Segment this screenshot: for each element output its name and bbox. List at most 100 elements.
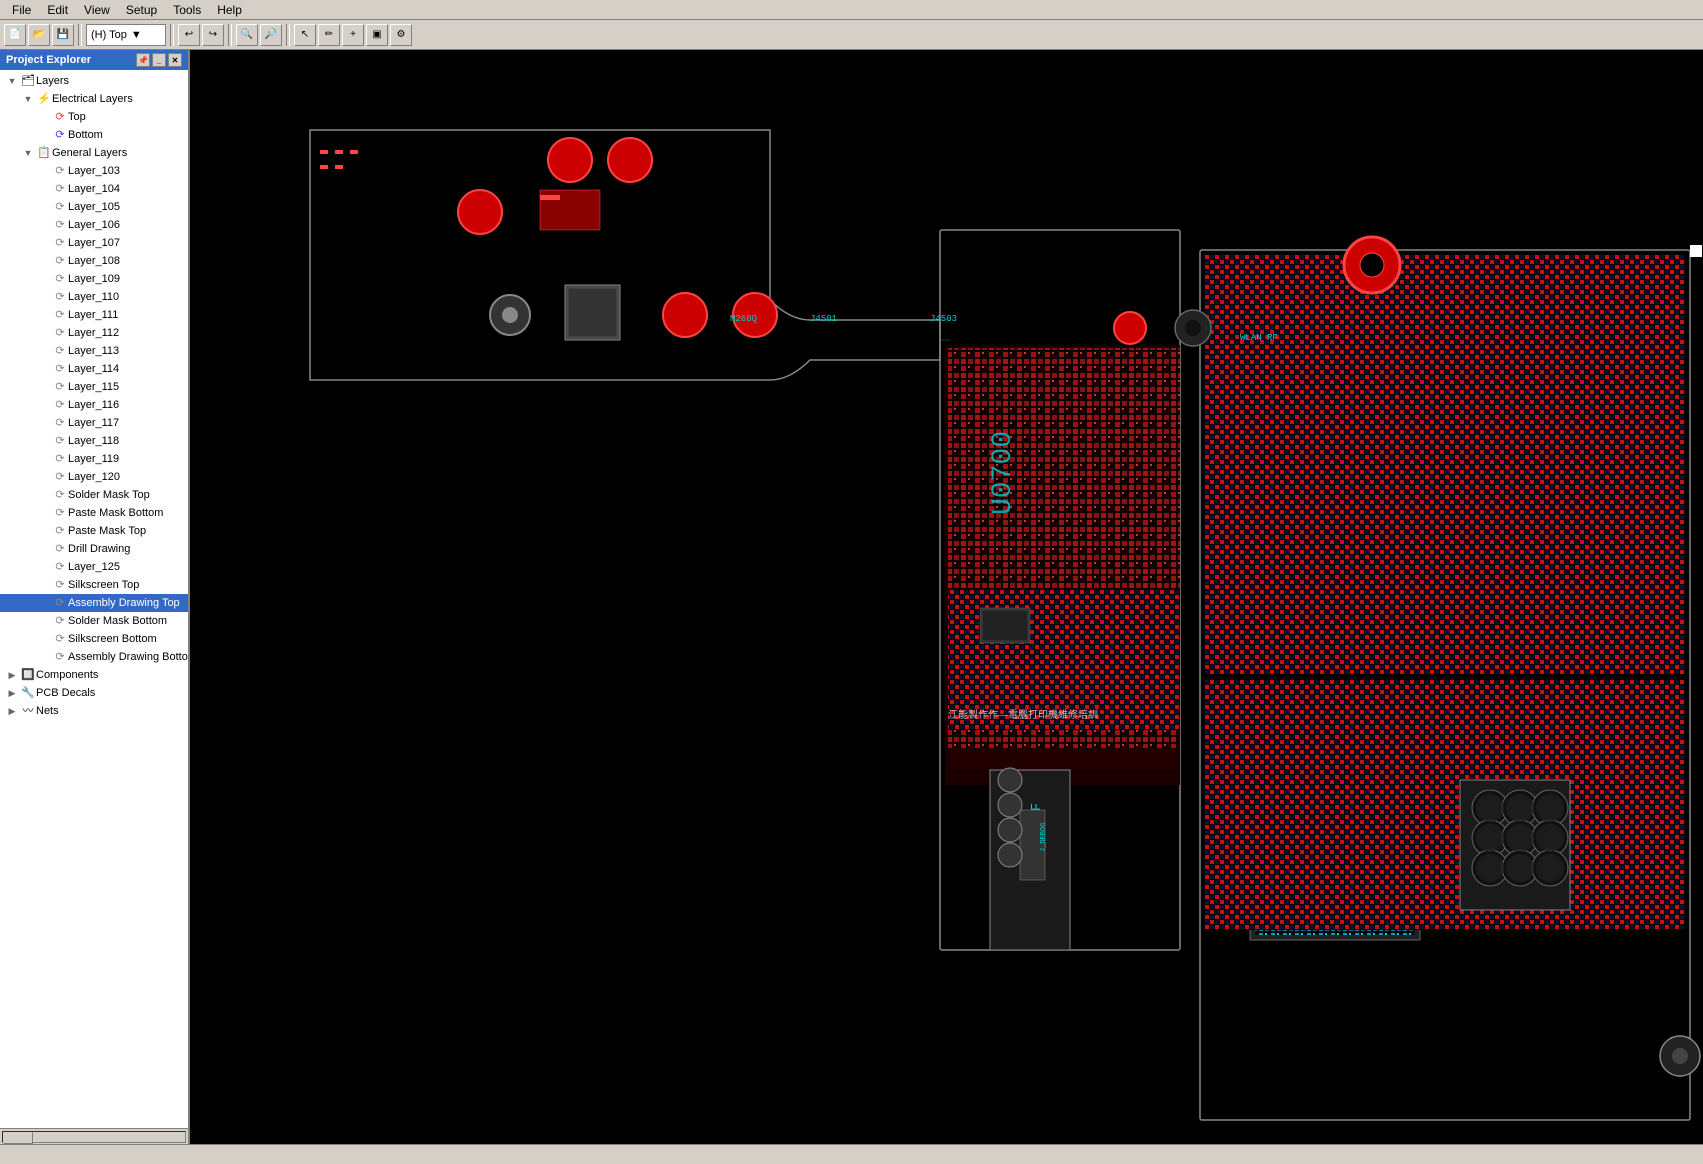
layer-dropdown-value: (H) Top [91,29,127,41]
toolbar-separator-1 [78,24,82,46]
layer-label-16: Layer_119 [68,451,119,467]
layer-icon-27: ⟳ [52,649,68,665]
layer-icon-14: ⟳ [52,415,68,431]
layer-item-2[interactable]: ⟳ Layer_105 [0,198,188,216]
bottom-layer-icon: ⟳ [52,127,68,143]
layer-bottom[interactable]: ⟳ Bottom [0,126,188,144]
pcb-canvas[interactable]: M260Q J4501 J4503 [190,50,1703,1144]
redo-button[interactable]: ↪ [202,24,224,46]
menu-help[interactable]: Help [209,1,250,19]
toolbar-separator-2 [170,24,174,46]
toolbar-separator-4 [286,24,290,46]
layer-item-27[interactable]: ⟳ Assembly Drawing Botto... [0,648,188,666]
layer-expand-5 [36,253,52,269]
layer-item-22[interactable]: ⟳ Layer_125 [0,558,188,576]
scrollbar-thumb[interactable] [3,1132,33,1144]
layer-dropdown[interactable]: (H) Top ▼ [86,24,166,46]
layer-expand-0 [36,163,52,179]
layer-item-20[interactable]: ⟳ Paste Mask Top [0,522,188,540]
layer-icon-26: ⟳ [52,631,68,647]
layer-item-5[interactable]: ⟳ Layer_108 [0,252,188,270]
layer-item-16[interactable]: ⟳ Layer_119 [0,450,188,468]
undo-button[interactable]: ↩ [178,24,200,46]
layer-icon-5: ⟳ [52,253,68,269]
layer-item-8[interactable]: ⟳ Layer_111 [0,306,188,324]
layer-icon-9: ⟳ [52,325,68,341]
layer-item-0[interactable]: ⟳ Layer_103 [0,162,188,180]
layer-item-24[interactable]: ⟳ Assembly Drawing Top [0,594,188,612]
pcb-decals-root[interactable]: ▶ 🔧 PCB Decals [0,684,188,702]
nets-expand-icon[interactable]: ▶ [4,703,20,719]
layer-label-1: Layer_104 [68,181,120,197]
menu-tools[interactable]: Tools [165,1,209,19]
open-button[interactable]: 📂 [28,24,50,46]
layer-expand-21 [36,541,52,557]
zoom-in-button[interactable]: 🔍 [236,24,258,46]
layer-icon-8: ⟳ [52,307,68,323]
layer-expand-1 [36,181,52,197]
canvas-area[interactable]: M260Q J4501 J4503 [190,50,1703,1144]
new-button[interactable]: 📄 [4,24,26,46]
components-root[interactable]: ▶ 🔲 Components [0,666,188,684]
general-layers-group[interactable]: ▼ 📋 General Layers [0,144,188,162]
zoom-out-button[interactable]: 🔎 [260,24,282,46]
layer-item-11[interactable]: ⟳ Layer_114 [0,360,188,378]
layer-item-18[interactable]: ⟳ Solder Mask Top [0,486,188,504]
nets-root[interactable]: ▶ 〰 Nets [0,702,188,720]
electrical-layers-group[interactable]: ▼ ⚡ Electrical Layers [0,90,188,108]
layer-item-6[interactable]: ⟳ Layer_109 [0,270,188,288]
layer-expand-8 [36,307,52,323]
layer-label-10: Layer_113 [68,343,119,359]
layer-item-19[interactable]: ⟳ Paste Mask Bottom [0,504,188,522]
layer-item-26[interactable]: ⟳ Silkscreen Bottom [0,630,188,648]
layer-item-7[interactable]: ⟳ Layer_110 [0,288,188,306]
layer-item-12[interactable]: ⟳ Layer_115 [0,378,188,396]
layer-item-23[interactable]: ⟳ Silkscreen Top [0,576,188,594]
select-button[interactable]: ↖ [294,24,316,46]
layers-root[interactable]: ▼ 🗂 Layers [0,72,188,90]
layer-label-5: Layer_108 [68,253,120,269]
layer-item-25[interactable]: ⟳ Solder Mask Bottom [0,612,188,630]
layer-item-1[interactable]: ⟳ Layer_104 [0,180,188,198]
layer-expand-6 [36,271,52,287]
layer-expand-12 [36,379,52,395]
layer-expand-19 [36,505,52,521]
menu-setup[interactable]: Setup [118,1,165,19]
layer-icon-11: ⟳ [52,361,68,377]
menu-file[interactable]: File [4,1,39,19]
layer-items-list: ⟳ Layer_103 ⟳ Layer_104 ⟳ Layer_105 ⟳ La… [0,162,188,666]
route-button[interactable]: ✏ [318,24,340,46]
components-expand-icon[interactable]: ▶ [4,667,20,683]
layer-item-13[interactable]: ⟳ Layer_116 [0,396,188,414]
layer-top[interactable]: ⟳ Top [0,108,188,126]
layer-item-21[interactable]: ⟳ Drill Drawing [0,540,188,558]
layer-item-14[interactable]: ⟳ Layer_117 [0,414,188,432]
sidebar-close-button[interactable]: ✕ [168,53,182,67]
layer-item-9[interactable]: ⟳ Layer_112 [0,324,188,342]
layer-item-10[interactable]: ⟳ Layer_113 [0,342,188,360]
design-rules-button[interactable]: ⚙ [390,24,412,46]
electrical-expand-icon[interactable]: ▼ [20,91,36,107]
layer-item-17[interactable]: ⟳ Layer_120 [0,468,188,486]
save-button[interactable]: 💾 [52,24,74,46]
view3d-button[interactable]: ▣ [366,24,388,46]
layers-expand-icon[interactable]: ▼ [4,73,20,89]
general-expand-icon[interactable]: ▼ [20,145,36,161]
menu-view[interactable]: View [76,1,118,19]
layer-label-15: Layer_118 [68,433,119,449]
sidebar-minimize-button[interactable]: _ [152,53,166,67]
layer-label-9: Layer_112 [68,325,119,341]
electrical-layers-icon: ⚡ [36,91,52,107]
sidebar-scrollbar[interactable] [0,1128,188,1144]
layer-item-15[interactable]: ⟳ Layer_118 [0,432,188,450]
layers-icon: 🗂 [20,73,36,89]
pcb-decals-expand-icon[interactable]: ▶ [4,685,20,701]
layer-item-3[interactable]: ⟳ Layer_106 [0,216,188,234]
dropdown-arrow-icon[interactable]: ▼ [131,29,142,41]
layer-item-4[interactable]: ⟳ Layer_107 [0,234,188,252]
layer-expand-2 [36,199,52,215]
scrollbar-track[interactable] [2,1131,186,1143]
menu-edit[interactable]: Edit [39,1,76,19]
sidebar-pin-button[interactable]: 📌 [136,53,150,67]
add-component-button[interactable]: + [342,24,364,46]
